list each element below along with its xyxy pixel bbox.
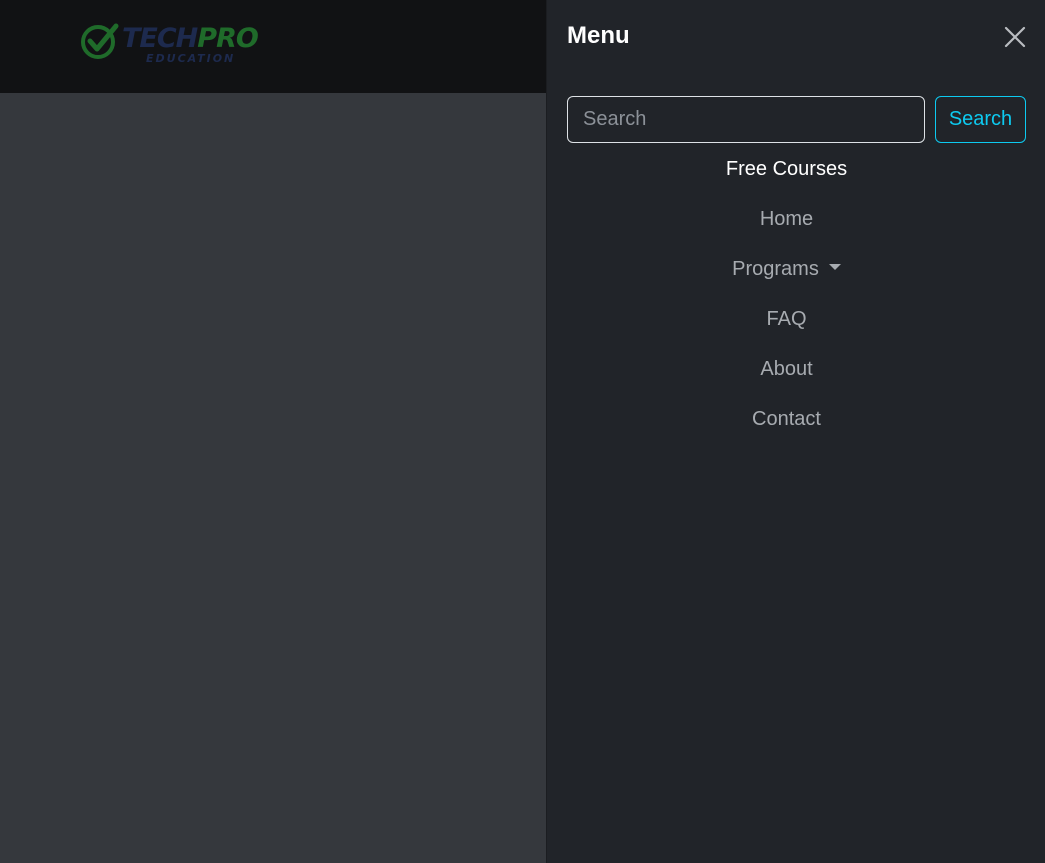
nav-link-label: Programs (732, 258, 819, 280)
close-icon[interactable] (1003, 25, 1027, 49)
nav-link-home[interactable]: Home (760, 203, 813, 235)
nav-link-label: Free Courses (725, 158, 848, 180)
nav-item-programs: Programs (547, 253, 1026, 303)
logo-text: TECHPRO EDUCATION (122, 22, 259, 65)
logo-subtitle: EDUCATION (146, 52, 236, 65)
menu-title: Menu (567, 22, 630, 49)
brand-logo[interactable]: TECHPRO EDUCATION (80, 22, 259, 66)
nav-item-faq: FAQ (547, 303, 1026, 353)
nav-list: Free Courses Home Programs FAQ About Con… (547, 153, 1026, 453)
nav-link-faq[interactable]: FAQ (766, 303, 806, 335)
logo-word-pro: PRO (197, 23, 259, 54)
logo-word-tech: TECH (122, 23, 198, 54)
search-button[interactable]: Search (935, 96, 1026, 143)
nav-link-label: FAQ (766, 308, 807, 330)
nav-item-contact: Contact (547, 403, 1026, 453)
nav-link-programs-dropdown[interactable]: Programs (732, 253, 841, 285)
nav-link-about[interactable]: About (760, 353, 812, 385)
caret-down-icon (828, 264, 841, 270)
nav-link-label: Home (759, 208, 814, 230)
offcanvas-menu: Menu Search Free Courses Home Programs F… (546, 0, 1045, 863)
nav-link-label: About (760, 358, 813, 380)
nav-link-label: Contact (752, 408, 821, 430)
search-input[interactable] (567, 96, 925, 143)
nav-item-free-courses: Free Courses (547, 153, 1026, 203)
nav-link-contact[interactable]: Contact (752, 403, 821, 435)
nav-item-about: About (547, 353, 1026, 403)
page: TECHPRO EDUCATION Menu Search Free Cours… (0, 0, 1045, 863)
nav-link-free-courses[interactable]: Free Courses (726, 153, 847, 185)
nav-item-home: Home (547, 203, 1026, 253)
checkmark-logo-icon (81, 23, 119, 59)
logo-wordmark: TECHPRO (122, 23, 259, 54)
